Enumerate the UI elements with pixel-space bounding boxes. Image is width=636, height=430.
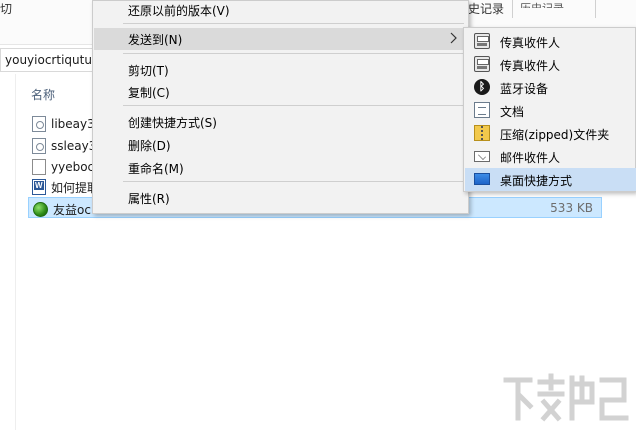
config-file-icon — [32, 138, 46, 154]
menu-separator — [123, 53, 464, 54]
menu-item-label: 创建快捷方式(S) — [128, 116, 217, 130]
submenu-item-label: 邮件收件人 — [500, 151, 561, 165]
menu-item-label: 复制(C) — [128, 86, 170, 100]
column-header-name[interactable]: 名称 — [31, 86, 55, 103]
menu-separator — [123, 23, 464, 24]
submenu-item-label: 桌面快捷方式 — [500, 174, 573, 188]
menu-item-rename[interactable]: 重命名(M) — [94, 157, 467, 179]
navigation-pane — [0, 74, 16, 430]
menu-item-label: 还原以前的版本(V) — [128, 4, 230, 18]
menu-separator — [123, 105, 464, 106]
send-to-submenu: 传真收件人 传真收件人 ᛒ 蓝牙设备 文档 压缩(zipped)文件夹 邮件收件… — [463, 27, 636, 192]
send-to-fax-recipient[interactable]: 传真收件人 — [465, 53, 636, 76]
desktop-icon — [474, 173, 490, 185]
ribbon-divider — [595, 0, 596, 18]
address-bar[interactable]: youyiocrtiqutupi — [0, 48, 100, 72]
submenu-item-label: 蓝牙设备 — [500, 82, 549, 96]
menu-item-label: 剪切(T) — [128, 64, 169, 78]
submenu-item-label: 压缩(zipped)文件夹 — [500, 128, 610, 142]
chevron-right-icon — [450, 32, 457, 44]
send-to-zipped-folder[interactable]: 压缩(zipped)文件夹 — [465, 122, 636, 145]
menu-item-copy[interactable]: 复制(C) — [94, 81, 467, 103]
fax-icon — [474, 33, 490, 49]
submenu-item-label: 文档 — [500, 105, 525, 119]
menu-item-delete[interactable]: 删除(D) — [94, 134, 467, 156]
menu-separator — [123, 181, 464, 182]
ribbon-partial-label: 历史记录 — [520, 0, 588, 8]
bluetooth-icon: ᛒ — [474, 79, 490, 95]
submenu-item-label: 传真收件人 — [500, 36, 561, 50]
documents-icon — [474, 102, 490, 118]
fax-icon — [474, 56, 490, 72]
menu-item-properties[interactable]: 属性(R) — [94, 187, 467, 209]
ribbon-history-label[interactable]: 史记录 — [468, 0, 504, 17]
send-to-documents[interactable]: 文档 — [465, 99, 636, 122]
word-doc-icon — [32, 179, 46, 195]
config-file-icon — [32, 116, 46, 132]
menu-item-cut[interactable]: 剪切(T) — [94, 59, 467, 81]
green-ball-app-icon — [33, 201, 48, 217]
menu-item-label: 删除(D) — [128, 139, 171, 153]
send-to-mail-recipient[interactable]: 邮件收件人 — [465, 145, 636, 168]
address-text: youyiocrtiqutupi — [5, 53, 100, 67]
submenu-item-label: 传真收件人 — [500, 59, 561, 73]
context-menu: 还原以前的版本(V) 发送到(N) 剪切(T) 复制(C) 创建快捷方式(S) … — [92, 0, 469, 214]
menu-item-label: 发送到(N) — [128, 33, 183, 47]
send-to-fax-recipient[interactable]: 传真收件人 — [465, 30, 636, 53]
menu-item-restore-previous-versions[interactable]: 还原以前的版本(V) — [94, 0, 467, 21]
menu-item-label: 属性(R) — [128, 192, 170, 206]
site-watermark-logo — [503, 373, 629, 422]
file-size: 533 KB — [550, 201, 593, 215]
file-name: 友益ocr — [53, 202, 96, 217]
zip-folder-icon — [474, 125, 490, 141]
ribbon-cut-label[interactable]: 切 — [0, 0, 12, 17]
mail-icon — [474, 151, 490, 162]
menu-item-label: 重命名(M) — [128, 162, 184, 176]
send-to-bluetooth-device[interactable]: ᛒ 蓝牙设备 — [465, 76, 636, 99]
blank-file-icon — [32, 159, 46, 175]
send-to-desktop-shortcut[interactable]: 桌面快捷方式 — [465, 168, 636, 191]
menu-item-send-to[interactable]: 发送到(N) — [94, 28, 467, 50]
menu-item-create-shortcut[interactable]: 创建快捷方式(S) — [94, 111, 467, 133]
ribbon-divider — [512, 0, 513, 18]
